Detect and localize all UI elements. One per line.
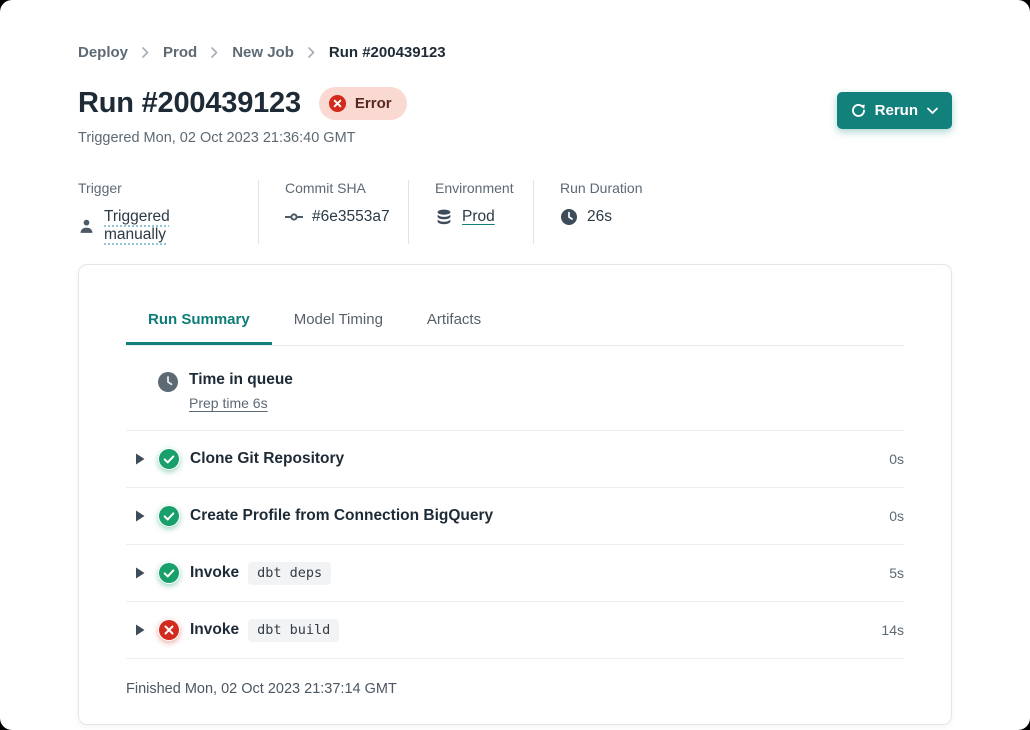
- queue-row: Time in queue Prep time 6s: [126, 346, 904, 431]
- tab-artifacts[interactable]: Artifacts: [405, 311, 503, 345]
- chevron-right-icon: [211, 47, 218, 58]
- run-meta-row: Trigger Triggered manually Commit SHA #6…: [78, 180, 952, 244]
- expand-caret-icon[interactable]: [136, 453, 145, 465]
- expand-caret-icon[interactable]: [136, 624, 145, 636]
- step-row-create-profile[interactable]: Create Profile from Connection BigQuery …: [126, 488, 904, 545]
- meta-commit-sha: Commit SHA #6e3553a7: [258, 180, 408, 244]
- error-circle-icon: [328, 94, 347, 113]
- step-title: Invoke: [190, 621, 239, 639]
- status-badge: Error: [319, 87, 407, 120]
- step-duration: 0s: [889, 451, 904, 467]
- page-title: Run #200439123: [78, 87, 301, 120]
- step-row-clone-git[interactable]: Clone Git Repository 0s: [126, 431, 904, 488]
- meta-environment: Environment Prod: [408, 180, 533, 244]
- error-circle-icon: [158, 619, 180, 641]
- rerun-button-label: Rerun: [875, 102, 918, 119]
- success-check-icon: [158, 505, 180, 527]
- commit-sha-value: #6e3553a7: [312, 208, 390, 226]
- tab-bar: Run Summary Model Timing Artifacts: [126, 265, 904, 346]
- breadcrumb-prod[interactable]: Prod: [163, 44, 197, 61]
- breadcrumb: Deploy Prod New Job Run #200439123: [78, 44, 952, 61]
- environment-link[interactable]: Prod: [462, 208, 495, 226]
- refresh-icon: [851, 103, 866, 118]
- meta-run-duration: Run Duration 26s: [533, 180, 669, 244]
- trigger-value[interactable]: Triggered manually: [104, 208, 232, 244]
- meta-label: Commit SHA: [285, 180, 382, 196]
- meta-label: Run Duration: [560, 180, 643, 196]
- commit-icon: [285, 209, 303, 225]
- success-check-icon: [158, 448, 180, 470]
- breadcrumb-deploy[interactable]: Deploy: [78, 44, 128, 61]
- command-chip: dbt build: [248, 619, 339, 642]
- person-icon: [78, 218, 95, 235]
- run-duration-value: 26s: [587, 208, 612, 226]
- meta-trigger: Trigger Triggered manually: [78, 180, 258, 244]
- chevron-right-icon: [142, 47, 149, 58]
- meta-label: Trigger: [78, 180, 232, 196]
- app-window: Deploy Prod New Job Run #200439123 Run #…: [0, 0, 1030, 730]
- clock-icon: [560, 208, 578, 226]
- chevron-down-icon: [927, 107, 938, 115]
- step-duration: 14s: [881, 622, 904, 638]
- rerun-button[interactable]: Rerun: [837, 92, 952, 129]
- expand-caret-icon[interactable]: [136, 567, 145, 579]
- step-duration: 0s: [889, 508, 904, 524]
- queue-text: Time in queue Prep time 6s: [189, 371, 293, 413]
- title-block: Run #200439123 Error Triggered Mon, 02 O…: [78, 87, 407, 180]
- command-chip: dbt deps: [248, 562, 331, 585]
- tab-model-timing[interactable]: Model Timing: [272, 311, 405, 345]
- breadcrumb-new-job[interactable]: New Job: [232, 44, 294, 61]
- step-duration: 5s: [889, 565, 904, 581]
- step-title: Invoke: [190, 564, 239, 582]
- finished-timestamp: Finished Mon, 02 Oct 2023 21:37:14 GMT: [126, 659, 904, 724]
- chevron-right-icon: [308, 47, 315, 58]
- step-title: Clone Git Repository: [190, 450, 344, 468]
- expand-caret-icon[interactable]: [136, 510, 145, 522]
- step-title: Create Profile from Connection BigQuery: [190, 507, 493, 525]
- run-summary-card: Run Summary Model Timing Artifacts Time …: [78, 264, 952, 725]
- step-row-invoke-dbt-build[interactable]: Invoke dbt build 14s: [126, 602, 904, 659]
- tab-run-summary[interactable]: Run Summary: [126, 311, 272, 345]
- queue-title: Time in queue: [189, 371, 293, 389]
- database-icon: [435, 209, 453, 226]
- prep-time-link[interactable]: Prep time 6s: [189, 395, 268, 411]
- triggered-timestamp: Triggered Mon, 02 Oct 2023 21:36:40 GMT: [78, 130, 407, 146]
- step-row-invoke-dbt-deps[interactable]: Invoke dbt deps 5s: [126, 545, 904, 602]
- page-header: Run #200439123 Error Triggered Mon, 02 O…: [78, 87, 952, 180]
- breadcrumb-current-run: Run #200439123: [329, 44, 446, 61]
- success-check-icon: [158, 562, 180, 584]
- queue-clock-icon: [157, 371, 179, 393]
- status-badge-label: Error: [355, 95, 392, 112]
- meta-label: Environment: [435, 180, 507, 196]
- run-detail-page: Deploy Prod New Job Run #200439123 Run #…: [0, 0, 1030, 725]
